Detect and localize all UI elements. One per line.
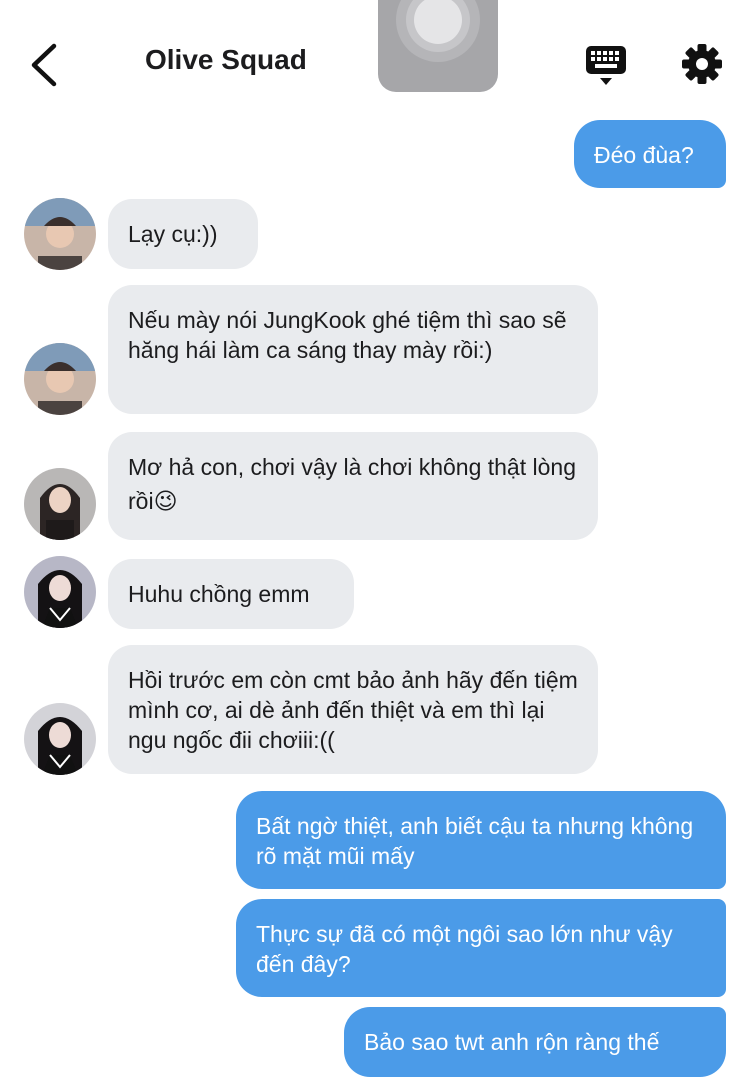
message-text: Bất ngờ thiệt, anh biết cậu ta nhưng khô… [256,813,694,869]
chevron-left-icon [31,43,57,87]
avatar[interactable] [24,343,96,415]
avatar[interactable] [24,468,96,540]
settings-button[interactable] [681,43,723,85]
message-text: Hồi trước em còn cmt bảo ảnh hãy đến tiệ… [128,667,578,753]
back-button[interactable] [26,40,66,90]
message-bubble-incoming[interactable]: Hồi trước em còn cmt bảo ảnh hãy đến tiệ… [108,645,598,774]
message-bubble-incoming[interactable]: Huhu chồng emm [108,559,354,629]
page-title: Olive Squad [145,44,307,75]
message-text: Đéo đùa? [594,142,694,168]
avatar[interactable] [24,198,96,270]
avatar[interactable] [24,703,96,775]
message-text: Lạy cụ:)) [128,221,218,247]
keyboard-button[interactable] [584,44,628,88]
keyboard-icon [586,46,626,85]
message-text: Mơ hả con, chơi vậy là chơi không thật l… [128,454,576,514]
assistive-touch-button[interactable] [378,0,498,92]
avatar[interactable] [24,556,96,628]
message-bubble-outgoing[interactable]: Bất ngờ thiệt, anh biết cậu ta nhưng khô… [236,791,726,889]
message-text: Nếu mày nói JungKook ghé tiệm thì sao sẽ… [128,307,567,363]
message-bubble-outgoing[interactable]: Đéo đùa? [574,120,726,188]
gear-icon [682,44,722,84]
message-text: Bảo sao twt anh rộn ràng thế [364,1029,660,1055]
message-bubble-outgoing[interactable]: Bảo sao twt anh rộn ràng thế [344,1007,726,1077]
winking-face-emoji: 😉 [153,488,178,514]
message-bubble-incoming[interactable]: Lạy cụ:)) [108,199,258,269]
message-bubble-incoming[interactable]: Nếu mày nói JungKook ghé tiệm thì sao sẽ… [108,285,598,414]
chat-header: Olive Squad [0,0,750,112]
message-bubble-outgoing[interactable]: Thực sự đã có một ngôi sao lớn như vậy đ… [236,899,726,997]
message-text: Thực sự đã có một ngôi sao lớn như vậy đ… [256,921,673,977]
message-text: Huhu chồng emm [128,581,310,607]
message-bubble-incoming[interactable]: Mơ hả con, chơi vậy là chơi không thật l… [108,432,598,540]
